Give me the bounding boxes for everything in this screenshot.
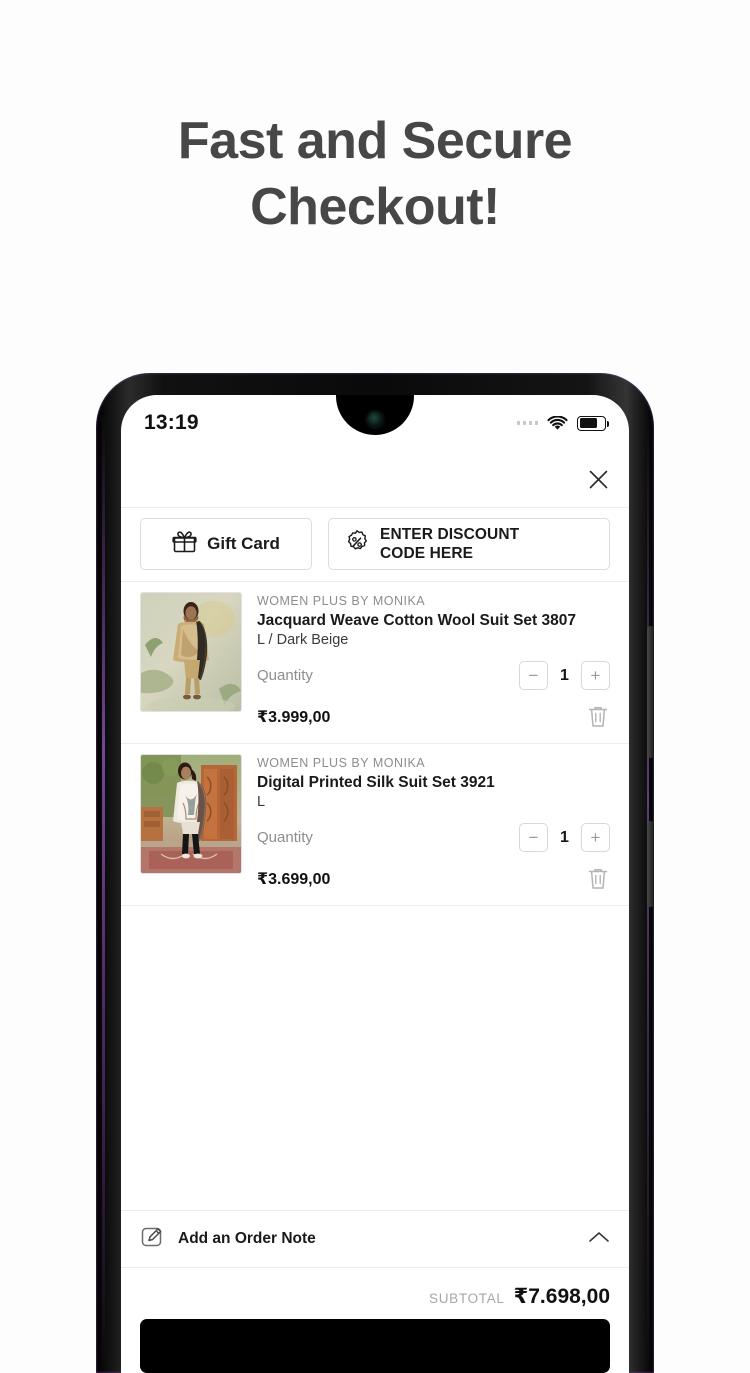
trash-icon[interactable] — [586, 704, 610, 729]
quantity-increase-button[interactable]: + — [581, 661, 610, 690]
gift-card-label: Gift Card — [207, 534, 280, 553]
product-variant: L — [257, 794, 266, 810]
phone-mockup: 13:19 Gift Card ENTER DISCOUNT CODE HERE… — [96, 373, 654, 1373]
wifi-icon — [547, 415, 568, 431]
power-button[interactable] — [647, 821, 654, 907]
discount-code-label-line-1: ENTER DISCOUNT — [380, 526, 520, 543]
quantity-decrease-button[interactable]: − — [519, 661, 548, 690]
product-vendor: WOMEN PLUS BY MONIKA — [257, 594, 426, 608]
product-thumbnail[interactable] — [140, 754, 242, 874]
pencil-square-icon — [140, 1224, 165, 1254]
battery-icon — [577, 415, 610, 431]
price-row: ₹3.699,00 — [257, 866, 610, 891]
product-title[interactable]: Jacquard Weave Cotton Wool Suit Set 3807 — [257, 611, 610, 630]
status-bar-time: 13:19 — [144, 411, 199, 434]
page-title-line-2: Checkout! — [250, 178, 500, 236]
percent-badge-icon — [344, 529, 370, 560]
front-camera-icon — [367, 412, 383, 427]
quantity-label: Quantity — [257, 667, 313, 684]
product-vendor: WOMEN PLUS BY MONIKA — [257, 756, 426, 770]
quantity-stepper: − 1 + — [519, 823, 610, 852]
product-variant: L / Dark Beige — [257, 632, 349, 648]
cart-item: WOMEN PLUS BY MONIKA Digital Printed Sil… — [121, 743, 629, 905]
product-info: WOMEN PLUS BY MONIKA Digital Printed Sil… — [257, 754, 610, 891]
quantity-row: Quantity − 1 + — [257, 823, 610, 852]
price-row: ₹3.999,00 — [257, 704, 610, 729]
chevron-up-icon[interactable] — [588, 1230, 610, 1249]
quantity-increase-button[interactable]: + — [581, 823, 610, 852]
promo-row: Gift Card ENTER DISCOUNT CODE HERE — [121, 507, 629, 584]
cart-item: WOMEN PLUS BY MONIKA Jacquard Weave Cott… — [121, 581, 629, 743]
subtotal-row: SUBTOTAL ₹7.698,00 — [121, 1268, 629, 1319]
cart-items-divider — [121, 905, 629, 906]
signal-dots-icon — [516, 421, 538, 425]
order-note-row[interactable]: Add an Order Note — [121, 1210, 629, 1268]
product-price: ₹3.999,00 — [257, 708, 331, 726]
quantity-row: Quantity − 1 + — [257, 661, 610, 690]
subtotal-label: SUBTOTAL — [429, 1291, 505, 1306]
product-title[interactable]: Digital Printed Silk Suit Set 3921 — [257, 773, 610, 792]
quantity-stepper: − 1 + — [519, 661, 610, 690]
discount-code-label-line-2: CODE HERE — [380, 545, 474, 562]
quantity-value: 1 — [560, 666, 569, 684]
page-title-line-1: Fast and Secure — [177, 112, 573, 170]
checkout-button[interactable] — [140, 1319, 610, 1373]
order-note-label: Add an Order Note — [178, 1230, 316, 1247]
quantity-label: Quantity — [257, 829, 313, 846]
discount-code-button[interactable]: ENTER DISCOUNT CODE HERE — [328, 518, 610, 570]
product-thumbnail[interactable] — [140, 592, 242, 712]
page-title: Fast and Secure Checkout! — [0, 108, 750, 240]
quantity-decrease-button[interactable]: − — [519, 823, 548, 852]
trash-icon[interactable] — [586, 866, 610, 891]
cart-footer: Add an Order Note SUBTOTAL ₹7.698,00 — [121, 1210, 629, 1373]
cart-header — [121, 451, 629, 507]
gift-icon — [172, 529, 197, 559]
status-bar-indicators — [516, 415, 610, 431]
close-icon[interactable] — [587, 468, 610, 491]
product-info: WOMEN PLUS BY MONIKA Jacquard Weave Cott… — [257, 592, 610, 729]
discount-code-label: ENTER DISCOUNT CODE HERE — [380, 525, 519, 563]
phone-bezel-highlight-left — [102, 413, 105, 1373]
cart-items-list: WOMEN PLUS BY MONIKA Jacquard Weave Cott… — [121, 581, 629, 906]
gift-card-button[interactable]: Gift Card — [140, 518, 312, 570]
volume-button[interactable] — [647, 626, 654, 758]
subtotal-value: ₹7.698,00 — [513, 1285, 610, 1308]
phone-screen: 13:19 Gift Card ENTER DISCOUNT CODE HERE… — [121, 395, 629, 1373]
product-price: ₹3.699,00 — [257, 870, 331, 888]
quantity-value: 1 — [560, 828, 569, 846]
